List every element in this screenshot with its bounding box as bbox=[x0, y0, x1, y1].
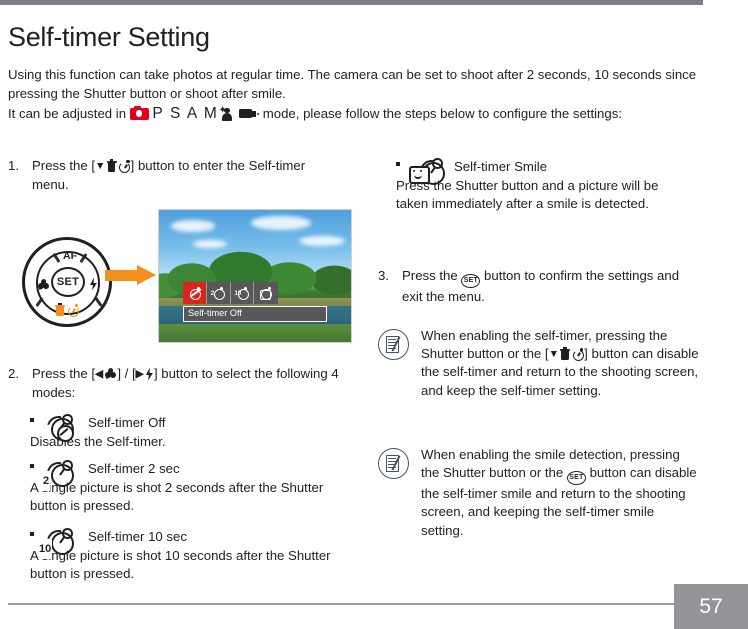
mode-item-2sec: 2 Self-timer 2 sec A single picture is s… bbox=[30, 460, 350, 516]
mode-smile-title: Self-timer Smile bbox=[454, 159, 548, 174]
cloud bbox=[251, 216, 311, 230]
note-2-body: When enabling the smile detection, press… bbox=[421, 446, 700, 540]
note-selftimer: When enabling the self-timer, pressing t… bbox=[378, 327, 700, 400]
cloud bbox=[171, 220, 215, 232]
camera-icon bbox=[129, 105, 149, 120]
flow-arrow-icon bbox=[105, 265, 157, 286]
page-title: Self-timer Setting bbox=[8, 22, 210, 52]
self-timer-2sec-icon: 2 bbox=[42, 460, 82, 491]
mode-item-off: Self-timer Off Disables the Self-timer. bbox=[30, 414, 350, 451]
note-memo-icon bbox=[378, 448, 409, 479]
step-2-number: 2. bbox=[8, 366, 19, 381]
lcd-preview-screenshot: 2 10 Self-timer Off bbox=[158, 209, 352, 343]
intro-paragraph-2: It can be adjusted in P S A M ✦ mode, ple… bbox=[8, 105, 708, 124]
step-3: 3. Press the SET button to confirm the s… bbox=[378, 267, 698, 307]
key-down-delete-timer: ▼ bbox=[95, 158, 131, 173]
mode-10sec-numeral: 10 bbox=[38, 540, 53, 559]
step-2-body: Press the [◀] / [▶] button to select the… bbox=[32, 365, 348, 402]
lcd-numeral: 10 bbox=[234, 291, 242, 297]
step-1: 1. Press the [▼] button to enter the Sel… bbox=[8, 157, 338, 194]
lcd-selftimer-menu[interactable]: 2 10 bbox=[183, 282, 278, 304]
lcd-menu-item-2sec[interactable]: 2 bbox=[207, 282, 231, 304]
note-smile: When enabling the smile detection, press… bbox=[378, 446, 700, 540]
cloud bbox=[299, 236, 345, 246]
note-1-body: When enabling the self-timer, pressing t… bbox=[421, 327, 700, 400]
mode-item-smile: Self-timer Smile Press the Shutter butto… bbox=[396, 158, 686, 214]
step-3-number: 3. bbox=[378, 268, 389, 283]
dial-flash-icon bbox=[89, 275, 98, 293]
intro-suffix: mode, please follow the steps below to c… bbox=[262, 106, 622, 121]
portrait-plus-icon: ✦ bbox=[218, 106, 235, 121]
set-button-icon: SET bbox=[566, 471, 586, 486]
mode-10sec-title: Self-timer 10 sec bbox=[88, 529, 187, 544]
key-down-delete-timer: ▼ bbox=[549, 346, 585, 361]
self-timer-off-icon bbox=[42, 414, 82, 444]
intro-paragraph-1: Using this function can take photos at r… bbox=[8, 67, 697, 101]
note-memo-icon bbox=[378, 329, 409, 360]
step-1-text-before: Press the [ bbox=[32, 158, 96, 173]
lcd-menu-item-smile[interactable] bbox=[254, 282, 278, 304]
lcd-status-label: Self-timer Off bbox=[183, 306, 327, 322]
footer-rule bbox=[8, 603, 674, 605]
bullet bbox=[30, 418, 34, 422]
bullet bbox=[396, 162, 400, 166]
step-1-body: Press the [▼] button to enter the Self-t… bbox=[32, 157, 338, 194]
key-left-macro: ◀ bbox=[95, 366, 118, 381]
dial-tick bbox=[94, 297, 103, 307]
dial-set-button[interactable]: SET bbox=[51, 267, 85, 297]
mode-2sec-numeral: 2 bbox=[42, 472, 51, 491]
mode-2sec-title: Self-timer 2 sec bbox=[88, 461, 180, 476]
mode-off-title: Self-timer Off bbox=[88, 415, 166, 430]
page-number: 57 bbox=[674, 584, 748, 629]
step-2: 2. Press the [◀] / [▶] button to select … bbox=[8, 365, 348, 402]
step-2-separator: ] / [ bbox=[117, 366, 136, 381]
intro-prefix: It can be adjusted in bbox=[8, 106, 130, 121]
foreground-grass bbox=[159, 324, 351, 342]
lcd-numeral: 2 bbox=[210, 291, 215, 297]
top-rule-bar bbox=[0, 0, 703, 5]
step-1-number: 1. bbox=[8, 158, 19, 173]
intro-text: Using this function can take photos at r… bbox=[8, 66, 708, 125]
lcd-menu-item-off[interactable] bbox=[183, 282, 207, 304]
set-button-icon: SET bbox=[461, 274, 481, 288]
step-3-body: Press the SET button to confirm the sett… bbox=[402, 267, 698, 307]
dial-outer-ring: AF SET bbox=[22, 237, 112, 327]
mode-item-10sec: 10 Self-timer 10 sec A single picture is… bbox=[30, 528, 350, 584]
dial-macro-icon bbox=[36, 276, 50, 294]
step-3-text-before: Press the bbox=[402, 268, 462, 283]
manual-page: Self-timer Setting Using this function c… bbox=[0, 0, 748, 629]
dial-af-label: AF bbox=[63, 250, 77, 262]
dial-delete-timer-icon bbox=[54, 301, 79, 319]
cloud bbox=[193, 240, 227, 248]
step-2-text-before: Press the [ bbox=[32, 366, 96, 381]
self-timer-smile-icon bbox=[408, 158, 448, 188]
self-timer-10sec-icon: 10 bbox=[38, 528, 82, 559]
lcd-menu-item-10sec[interactable]: 10 bbox=[231, 282, 255, 304]
bullet bbox=[30, 464, 34, 468]
video-icon bbox=[239, 108, 259, 119]
bullet bbox=[30, 532, 34, 536]
key-right-flash: ▶ bbox=[136, 366, 154, 381]
psam-letters: P S A M bbox=[152, 105, 219, 122]
